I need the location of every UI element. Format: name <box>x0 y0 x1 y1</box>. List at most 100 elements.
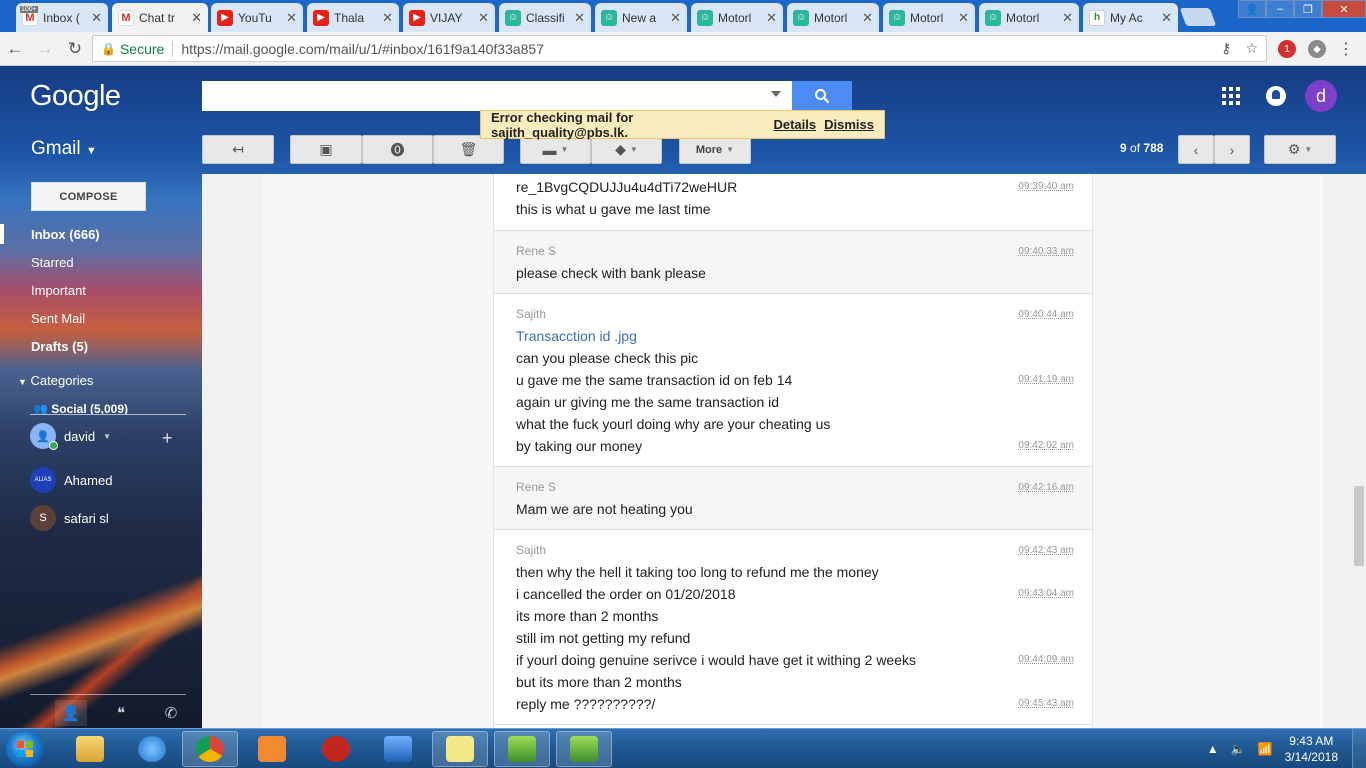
attachment-link[interactable]: Transacction id .jpg <box>516 328 637 344</box>
gmail-switcher[interactable]: Gmail ▼ <box>31 138 97 160</box>
page-of: of <box>1130 141 1141 155</box>
browser-tab[interactable]: ▶ Thala ✕ <box>307 3 399 32</box>
sidebar-item-starred[interactable]: Starred <box>31 255 74 270</box>
close-icon[interactable]: ✕ <box>1062 10 1073 26</box>
reload-button[interactable]: ↻ <box>60 34 90 64</box>
clock[interactable]: 9:43 AM 3/14/2018 <box>1285 733 1338 765</box>
sidebar-item-social[interactable]: 👥 Social (5,009) <box>33 402 128 414</box>
chat-contact[interactable]: S safari sl <box>30 505 109 531</box>
close-icon[interactable]: ✕ <box>382 10 393 26</box>
app-icon: ☺ <box>985 9 1001 26</box>
network-icon[interactable]: 📶 <box>1258 742 1273 756</box>
report-spam-button[interactable]: ⓿ <box>362 135 433 164</box>
user-icon[interactable]: 👤 <box>1238 0 1266 18</box>
close-icon[interactable]: ✕ <box>670 10 681 26</box>
browser-tab[interactable]: ▶ VIJAY ✕ <box>403 3 495 32</box>
close-icon[interactable]: ✕ <box>958 10 969 26</box>
archive-button[interactable]: ▣ <box>290 135 362 164</box>
volume-icon[interactable]: 🔈 <box>1231 742 1246 756</box>
settings-button[interactable]: ⚙ ▼ <box>1264 135 1336 164</box>
show-desktop-button[interactable] <box>1352 729 1366 768</box>
star-icon[interactable]: ☆ <box>1245 40 1258 57</box>
extension-icon[interactable]: 1 <box>1278 40 1296 58</box>
extension-icon[interactable]: ◆ <box>1308 40 1326 58</box>
account-icon: h <box>1089 9 1105 26</box>
start-button[interactable] <box>6 731 44 767</box>
gmail-label: Gmail <box>31 138 81 159</box>
file-explorer-taskbar-icon[interactable] <box>62 731 118 767</box>
maximize-button[interactable]: ❐ <box>1294 0 1322 18</box>
sidebar-item-inbox[interactable]: Inbox (666) <box>31 227 100 242</box>
browser-tab[interactable]: ☺ Classifi ✕ <box>499 3 591 32</box>
menu-icon[interactable]: ⋮ <box>1338 39 1354 59</box>
account-avatar[interactable]: d <box>1305 80 1337 112</box>
scrollbar-thumb[interactable] <box>1354 486 1364 566</box>
minimize-button[interactable]: – <box>1266 0 1294 18</box>
close-icon[interactable]: ✕ <box>574 10 585 26</box>
sidebar-item-drafts[interactable]: Drafts (5) <box>31 339 88 354</box>
search-options-icon[interactable] <box>771 91 781 97</box>
browser-tab[interactable]: ▶ YouTu ✕ <box>211 3 303 32</box>
details-link[interactable]: Details <box>773 117 816 132</box>
browser-tab[interactable]: h My Ac ✕ <box>1083 3 1178 32</box>
add-chat-icon[interactable]: + <box>162 428 173 449</box>
message-line: please check with bank please <box>516 265 706 281</box>
close-window-button[interactable]: ✕ <box>1322 0 1366 18</box>
chat-self[interactable]: 👤 david ▼ <box>30 423 111 450</box>
search-input[interactable] <box>202 81 792 111</box>
back-button[interactable]: ← <box>0 34 30 64</box>
newer-button[interactable]: ‹ <box>1178 135 1214 164</box>
google-logo[interactable]: Google <box>30 80 121 113</box>
message-group: Rene S 09:42:16 am Mam we are not heatin… <box>494 467 1092 530</box>
new-tab-button[interactable] <box>1179 8 1217 26</box>
browser-tab-active[interactable]: M Chat tr ✕ <box>112 3 208 32</box>
chat-contact[interactable]: ALIAS Ahamed <box>30 467 112 493</box>
address-bar[interactable]: 🔒 Secure https://mail.google.com/mail/u/… <box>92 35 1267 62</box>
sticky-notes-taskbar-icon[interactable] <box>432 731 488 767</box>
chevron-down-icon[interactable]: ▼ <box>103 432 111 441</box>
chat-user-name: david <box>64 428 96 444</box>
close-icon[interactable]: ✕ <box>1161 10 1172 26</box>
sidebar-item-sent[interactable]: Sent Mail <box>31 311 85 326</box>
phone-icon[interactable]: ✆ <box>155 700 187 726</box>
window-controls: 👤 – ❐ ✕ <box>1238 0 1366 18</box>
apps-grid-icon[interactable] <box>1222 87 1240 105</box>
close-icon[interactable]: ✕ <box>91 10 102 26</box>
database-taskbar-icon[interactable] <box>556 731 612 767</box>
chevron-down-icon: ▼ <box>85 145 97 157</box>
close-icon[interactable]: ✕ <box>766 10 777 26</box>
browser-tab[interactable]: ☺ Motorl ✕ <box>979 3 1079 32</box>
database-taskbar-icon[interactable] <box>494 731 550 767</box>
person-icon[interactable]: 👤 <box>55 700 87 726</box>
chat-mode-tabs: 👤 ❝ ✆ <box>55 700 187 726</box>
older-button[interactable]: › <box>1214 135 1250 164</box>
forward-button[interactable]: → <box>30 34 60 64</box>
close-icon[interactable]: ✕ <box>862 10 873 26</box>
chrome-taskbar-icon[interactable] <box>182 731 238 767</box>
search-button[interactable] <box>792 81 852 111</box>
back-to-inbox-button[interactable]: ↤ <box>202 135 274 164</box>
browser-tab[interactable]: ☺ Motorl ✕ <box>691 3 783 32</box>
close-icon[interactable]: ✕ <box>286 10 297 26</box>
people-taskbar-icon[interactable] <box>370 731 426 767</box>
tab-label: Motorl <box>910 10 944 25</box>
app-icon: ☺ <box>505 9 521 26</box>
compose-button[interactable]: COMPOSE <box>31 182 146 211</box>
chevron-down-icon: ▼ <box>560 145 569 154</box>
key-icon[interactable]: ⚷ <box>1221 40 1231 57</box>
close-icon[interactable]: ✕ <box>191 10 202 26</box>
hangouts-icon[interactable]: ❝ <box>105 700 137 726</box>
sidebar-item-categories[interactable]: ▼ Categories <box>18 373 93 388</box>
sidebar-item-important[interactable]: Important <box>31 283 86 298</box>
app-taskbar-icon[interactable] <box>308 731 364 767</box>
browser-tab[interactable]: ☺ Motorl ✕ <box>787 3 879 32</box>
tray-expand-icon[interactable]: ▲ <box>1207 742 1219 756</box>
browser-tab[interactable]: ☺ Motorl ✕ <box>883 3 975 32</box>
media-player-taskbar-icon[interactable] <box>244 731 300 767</box>
close-icon[interactable]: ✕ <box>478 10 489 26</box>
timestamp: 09:43:04 am <box>1018 588 1074 599</box>
notifications-icon[interactable] <box>1266 86 1286 106</box>
internet-explorer-taskbar-icon[interactable] <box>124 731 180 767</box>
browser-tab[interactable]: ☺ New a ✕ <box>595 3 687 32</box>
dismiss-link[interactable]: Dismiss <box>824 117 874 132</box>
